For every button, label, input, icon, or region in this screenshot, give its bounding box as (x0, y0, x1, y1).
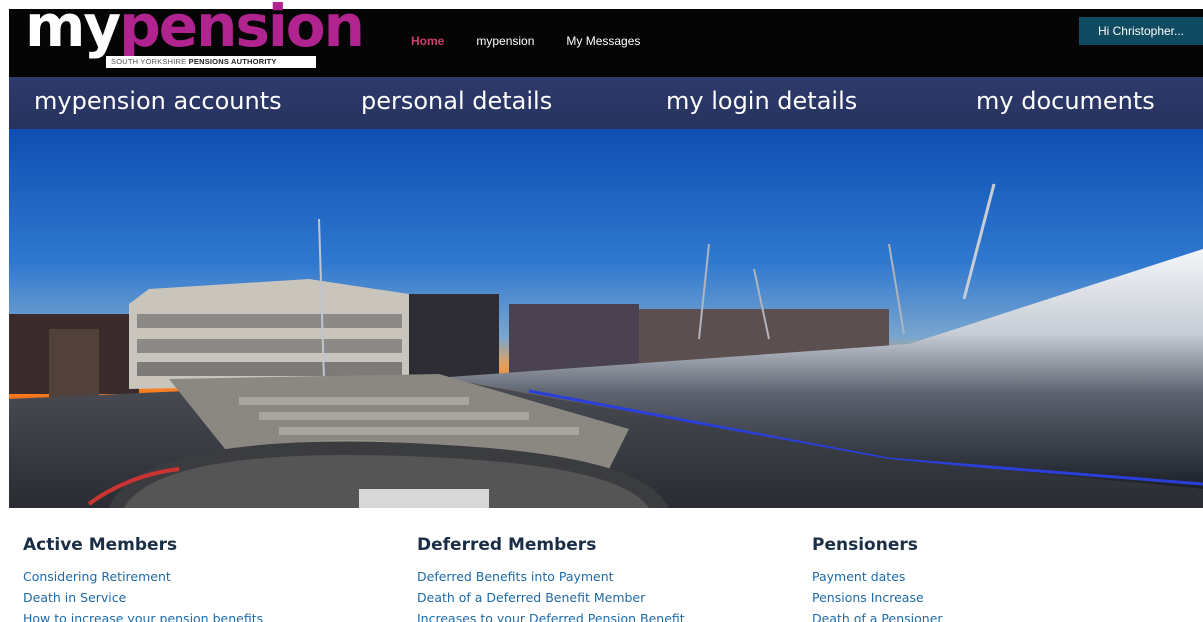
column-title: Deferred Members (417, 535, 597, 555)
top-header: mypension SOUTH YORKSHIRE PENSIONS AUTHO… (9, 0, 1203, 77)
list-link[interactable]: Death of a Pensioner (812, 608, 943, 622)
list-link[interactable]: Death in Service (23, 587, 263, 608)
top-navigation: Home mypension My Messages (411, 34, 672, 48)
column-title: Active Members (23, 535, 178, 555)
pensioners-column: Pensioners Payment dates Pensions Increa… (812, 535, 943, 622)
list-link[interactable]: Increases to your Deferred Pension Benef… (417, 608, 685, 622)
active-members-column: Active Members Considering Retirement De… (23, 535, 263, 622)
nav-my-messages[interactable]: My Messages (566, 34, 640, 48)
logo-wordmark: mypension (25, 0, 365, 60)
subnav-my-documents[interactable]: my documents (976, 86, 1155, 116)
user-greeting-button[interactable]: Hi Christopher... (1079, 17, 1203, 45)
subnav-my-login-details[interactable]: my login details (666, 86, 857, 116)
nav-mypension[interactable]: mypension (476, 34, 534, 48)
logo-tagline: SOUTH YORKSHIRE PENSIONS AUTHORITY (106, 56, 316, 68)
nav-home[interactable]: Home (411, 34, 444, 48)
section-navigation: mypension accounts personal details my l… (9, 77, 1203, 129)
list-link[interactable]: Payment dates (812, 566, 943, 587)
subnav-personal-details[interactable]: personal details (361, 86, 552, 116)
deferred-members-column: Deferred Members Deferred Benefits into … (417, 535, 685, 622)
list-link[interactable]: Death of a Deferred Benefit Member (417, 587, 685, 608)
column-title: Pensioners (812, 535, 918, 555)
list-link[interactable]: Pensions Increase (812, 587, 943, 608)
hero-image (9, 129, 1203, 508)
city-square-photo (9, 129, 1203, 508)
subnav-mypension-accounts[interactable]: mypension accounts (34, 86, 282, 116)
list-link[interactable]: How to increase your pension benefits (23, 608, 263, 622)
list-link[interactable]: Considering Retirement (23, 566, 263, 587)
mypension-logo[interactable]: mypension SOUTH YORKSHIRE PENSIONS AUTHO… (23, 0, 365, 71)
list-link[interactable]: Deferred Benefits into Payment (417, 566, 685, 587)
